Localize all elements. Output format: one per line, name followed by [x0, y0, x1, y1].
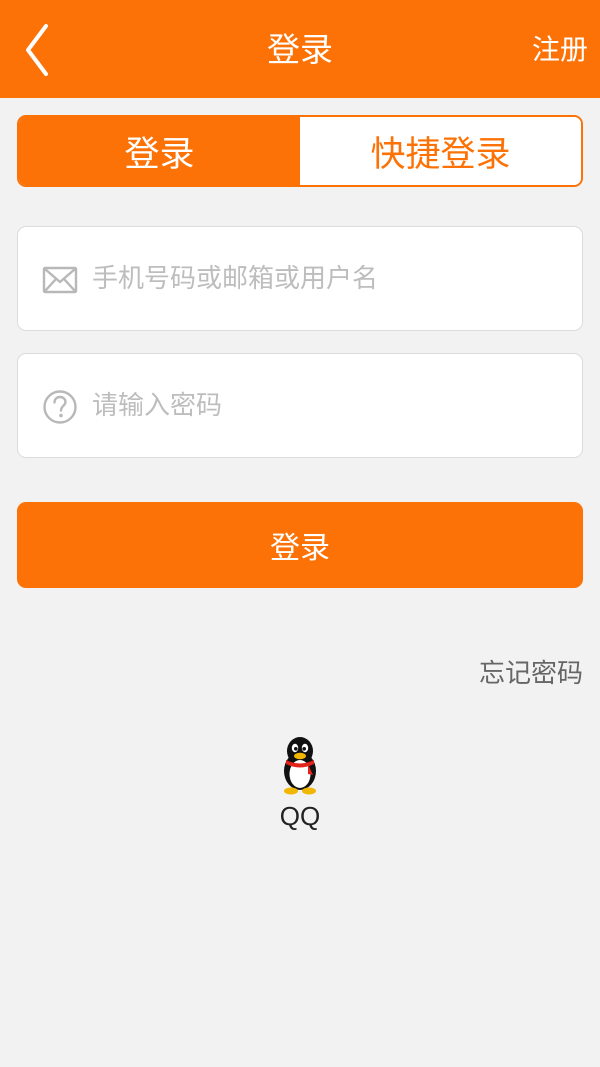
password-input[interactable] — [92, 354, 562, 457]
forgot-password-link[interactable]: 忘记密码 — [479, 654, 583, 694]
envelope-icon — [42, 266, 78, 294]
qq-label: QQ — [279, 801, 321, 831]
question-circle-icon — [43, 390, 77, 424]
register-button[interactable]: 注册 — [532, 28, 588, 72]
password-field — [17, 353, 583, 458]
login-mode-tabs: 登录 快捷登录 — [17, 115, 583, 187]
qq-penguin-icon — [284, 737, 316, 795]
page-title: 登录 — [267, 30, 333, 69]
login-screen: 登录 注册 登录 快捷登录 登录 忘记密码 — [0, 0, 600, 1067]
login-button[interactable]: 登录 — [17, 502, 583, 588]
tab-password-login[interactable]: 登录 — [19, 117, 300, 185]
qq-login-button[interactable]: QQ — [250, 735, 350, 845]
title-bar: 登录 注册 — [0, 0, 600, 98]
account-field — [17, 226, 583, 331]
account-input[interactable] — [92, 227, 562, 330]
tab-quick-login[interactable]: 快捷登录 — [300, 117, 581, 185]
